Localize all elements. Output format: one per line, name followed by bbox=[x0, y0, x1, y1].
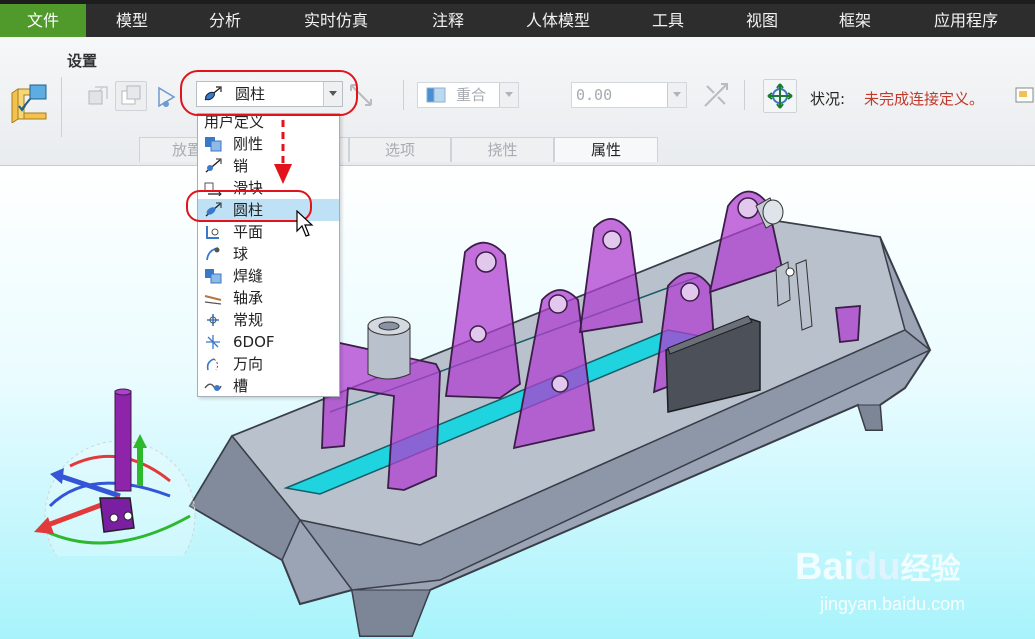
constraint-type-value: 重合 bbox=[456, 86, 487, 104]
gimbal-icon bbox=[206, 358, 219, 371]
weld-icon bbox=[205, 269, 222, 284]
option-label: 万向 bbox=[233, 355, 264, 373]
watermark-brand2: du bbox=[854, 546, 901, 588]
menu-annotate[interactable]: 注释 bbox=[416, 4, 480, 37]
separator bbox=[61, 77, 62, 137]
menu-file[interactable]: 文件 bbox=[0, 4, 86, 37]
drag-components-button[interactable] bbox=[763, 79, 797, 113]
watermark-brand: Bai bbox=[795, 546, 855, 588]
general-icon bbox=[207, 314, 219, 326]
option-label: 球 bbox=[233, 245, 249, 263]
6dof-icon bbox=[206, 335, 220, 349]
chevron-down-icon[interactable] bbox=[499, 83, 518, 107]
option-label: 刚性 bbox=[233, 135, 264, 153]
menu-applications[interactable]: 应用程序 bbox=[922, 4, 1010, 37]
copy-constraint-icon[interactable] bbox=[115, 81, 147, 111]
separator bbox=[403, 80, 404, 110]
watermark-url: jingyan.baidu.com bbox=[820, 594, 966, 614]
option-label: 轴承 bbox=[233, 289, 264, 307]
ribbon: 设置 圆柱 重合 0.00 状况: 未完成连接定义。 放置 选项 挠性 属性 bbox=[0, 37, 1035, 166]
annotation-ellipse bbox=[180, 70, 358, 116]
option-label: 平面 bbox=[233, 223, 264, 241]
bearing-icon bbox=[204, 295, 222, 305]
watermark-brand3: 经验 bbox=[900, 553, 961, 586]
menu-bar: 文件 模型 分析 实时仿真 注释 人体模型 工具 视图 框架 应用程序 bbox=[0, 0, 1035, 37]
watermark-logo: Baidu经验 bbox=[795, 544, 961, 589]
planar-icon bbox=[206, 226, 219, 239]
tab-flexibility[interactable]: 挠性 bbox=[451, 137, 554, 162]
dropdown-option-weld[interactable]: 焊缝 bbox=[198, 265, 339, 287]
dropdown-option-pin[interactable]: 销 bbox=[198, 155, 339, 177]
assembly-icon[interactable] bbox=[8, 79, 52, 124]
menu-model[interactable]: 模型 bbox=[100, 4, 164, 37]
menu-view[interactable]: 视图 bbox=[730, 4, 794, 37]
status-value: 未完成连接定义。 bbox=[864, 90, 985, 108]
tab-options[interactable]: 选项 bbox=[349, 137, 451, 162]
more-icon[interactable] bbox=[1014, 85, 1035, 105]
constraint-type-select[interactable]: 重合 bbox=[417, 82, 519, 108]
offset-value: 0.00 bbox=[576, 86, 613, 104]
option-label: 槽 bbox=[233, 377, 249, 395]
dropdown-option-6dof[interactable]: 6DOF bbox=[198, 331, 339, 353]
dropdown-option-gimbal[interactable]: 万向 bbox=[198, 353, 339, 375]
flip-direction-icon[interactable] bbox=[702, 81, 730, 109]
menu-human-model[interactable]: 人体模型 bbox=[514, 4, 602, 37]
annotation-ellipse bbox=[186, 190, 312, 222]
dropdown-option-bearing[interactable]: 轴承 bbox=[198, 287, 339, 309]
redefine-icon[interactable] bbox=[84, 82, 112, 110]
option-label: 6DOF bbox=[233, 333, 275, 351]
flip-icon[interactable] bbox=[154, 84, 180, 110]
dropdown-option-slot[interactable]: 槽 bbox=[198, 375, 339, 397]
menu-tools[interactable]: 工具 bbox=[636, 4, 700, 37]
connection-type-dropdown[interactable]: 用户定义 刚性 销 滑块 圆柱 平面 球 焊缝 轴承 常规 6DOF 万向 槽 bbox=[197, 113, 340, 397]
model-viewport[interactable]: Baidu经验 jingyan.baidu.com bbox=[0, 166, 1035, 639]
menu-realtime-sim[interactable]: 实时仿真 bbox=[292, 4, 380, 37]
separator bbox=[744, 80, 745, 110]
menu-analysis[interactable]: 分析 bbox=[193, 4, 257, 37]
status-label: 状况: bbox=[810, 90, 846, 108]
ball-icon bbox=[206, 247, 220, 261]
rigid-icon bbox=[205, 137, 222, 152]
slot-icon bbox=[204, 383, 222, 391]
option-label: 销 bbox=[233, 157, 249, 175]
option-label: 常规 bbox=[233, 311, 264, 329]
offset-input[interactable]: 0.00 bbox=[571, 82, 687, 108]
coincident-icon bbox=[426, 87, 446, 103]
dropdown-option-general[interactable]: 常规 bbox=[198, 309, 339, 331]
dropdown-option-rigid[interactable]: 刚性 bbox=[198, 133, 339, 155]
tab-properties[interactable]: 属性 bbox=[554, 137, 658, 162]
chevron-down-icon[interactable] bbox=[667, 83, 686, 107]
group-title: 设置 bbox=[67, 52, 98, 70]
mouse-cursor-icon bbox=[296, 210, 314, 237]
coordinate-triad-icon[interactable] bbox=[30, 386, 200, 556]
dropdown-option-planar[interactable]: 平面 bbox=[198, 221, 339, 243]
option-label: 焊缝 bbox=[233, 267, 264, 285]
dropdown-option-ball[interactable]: 球 bbox=[198, 243, 339, 265]
menu-frame[interactable]: 框架 bbox=[823, 4, 887, 37]
pin-icon bbox=[205, 158, 222, 173]
annotation-arrow-icon bbox=[274, 120, 292, 184]
